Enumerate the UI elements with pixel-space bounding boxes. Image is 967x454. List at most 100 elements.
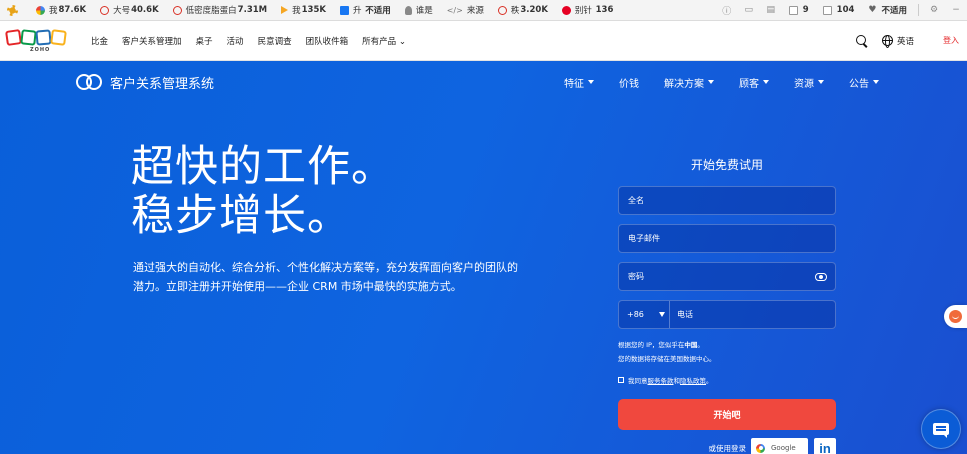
ring-icon — [100, 5, 110, 15]
feedback-widget[interactable] — [944, 305, 967, 328]
menu-announcements[interactable]: 公告 — [849, 75, 879, 90]
seo-count-b[interactable]: 104 — [816, 0, 862, 21]
seo-metric-source[interactable]: </> 来源 — [440, 0, 491, 21]
privacy-link[interactable]: 隐私政策 — [680, 375, 706, 385]
or-login-label: 或使用登录 — [708, 443, 747, 453]
google-login-button[interactable]: Google — [751, 438, 808, 454]
all-products-label: 所有产品 — [362, 36, 397, 47]
nav-link-bigin[interactable]: 比金 — [91, 35, 108, 47]
menu-features[interactable]: 特征 — [564, 75, 594, 90]
crm-brand[interactable]: 客户关系管理系统 — [76, 73, 214, 92]
seo-metric-value: 136 — [595, 5, 614, 15]
seo-metric-google[interactable]: 我 87.6K — [29, 0, 93, 21]
ip-note-prefix: 根据您的 IP，您似乎在 — [618, 341, 685, 349]
seo-metric-label: 秩 — [510, 6, 520, 16]
name-field[interactable] — [628, 196, 826, 205]
headline-line-1: 超快的工作。 — [131, 142, 395, 192]
seo-metric-label: 谁是 — [415, 6, 433, 16]
menu-label: 特征 — [564, 78, 584, 90]
menu-solutions[interactable]: 解决方案 — [664, 75, 714, 90]
ring-icon — [497, 5, 507, 15]
info-icon[interactable]: ⓘ — [716, 0, 738, 21]
seo-metric-value: 7.31M — [237, 5, 268, 15]
menu-pricing[interactable]: 价钱 — [619, 75, 639, 90]
seo-count-a[interactable]: 9 — [782, 0, 816, 21]
zoho-logo-tile — [50, 28, 67, 46]
zoho-logo[interactable]: ZOHO — [5, 27, 70, 55]
pinterest-icon — [561, 5, 571, 15]
globe-icon[interactable] — [881, 35, 893, 48]
caret-down-icon — [708, 80, 714, 84]
crm-logo-icon — [76, 73, 103, 91]
seo-toolbar-logo[interactable] — [0, 0, 29, 21]
monitor-icon[interactable]: ▭ — [738, 0, 760, 21]
seo-separator — [918, 4, 919, 16]
seo-metric-label: 我 — [292, 6, 301, 16]
seo-metric-label: 来源 — [466, 6, 484, 16]
search-icon[interactable] — [855, 34, 868, 47]
password-field[interactable] — [628, 272, 826, 281]
facebook-icon — [339, 5, 349, 15]
seo-metric-whois[interactable]: 谁是 — [398, 0, 440, 21]
caret-down-icon — [818, 80, 824, 84]
seo-tool-icon — [7, 4, 18, 16]
email-field[interactable] — [628, 234, 826, 243]
crm-header: 客户关系管理系统 特征 价钱 解决方案 顾客 资源 公告 — [0, 61, 967, 103]
nav-link-crm-plus[interactable]: 客户关系管理加 — [122, 35, 182, 47]
seo-metric-label: 我 — [49, 6, 58, 16]
linkedin-login-button[interactable]: in — [814, 438, 836, 454]
zoho-logo-tile — [35, 28, 52, 46]
seo-heart[interactable]: ♥ 不适用 — [861, 0, 914, 21]
smiley-icon — [949, 310, 962, 323]
ip-country[interactable]: 中国 — [684, 341, 697, 349]
menu-label: 顾客 — [739, 78, 759, 90]
menu-resources[interactable]: 资源 — [794, 75, 824, 90]
agree-prefix: 我同意 — [628, 377, 648, 385]
document-icon[interactable]: ▤ — [760, 0, 782, 21]
seo-metric-pinterest[interactable]: 别针 136 — [555, 0, 620, 21]
seo-toolbar-right: ⓘ ▭ ▤ 9 104 ♥ 不适用 ⚙ − — [716, 0, 967, 21]
page-icon — [822, 5, 832, 15]
seo-metric-rank[interactable]: 秩 3.20K — [491, 0, 555, 21]
zoho-global-nav: ZOHO 比金 客户关系管理加 桌子 活动 民意调查 团队收件箱 所有产品 ⌄ … — [0, 21, 967, 61]
chat-button[interactable] — [921, 409, 961, 449]
menu-label: 价钱 — [619, 78, 639, 90]
google-label: Google — [771, 444, 796, 452]
seo-metric-label: 升 — [352, 6, 362, 16]
eye-icon[interactable] — [815, 273, 827, 281]
linkedin-icon: in — [819, 440, 831, 454]
nav-link-desk[interactable]: 桌子 — [196, 35, 213, 47]
seo-heart-value: 不适用 — [881, 6, 907, 16]
terms-checkbox[interactable] — [618, 377, 624, 383]
signin-link[interactable]: 登入 — [943, 35, 959, 46]
phone-field[interactable] — [677, 310, 835, 319]
nav-link-all-products[interactable]: 所有产品 ⌄ — [362, 35, 406, 47]
country-code-select[interactable]: +86 — [619, 301, 670, 328]
ip-location-line: 根据您的 IP，您似乎在中国。 — [618, 338, 836, 352]
nav-link-teaminbox[interactable]: 团队收件箱 — [306, 35, 349, 47]
seo-metric-ldl[interactable]: 低密度脂蛋白 7.31M — [166, 0, 274, 21]
language-selector[interactable]: 英语 — [897, 35, 914, 47]
gear-icon[interactable]: ⚙ — [923, 0, 945, 21]
data-center-note: 您的数据将存储在美国数据中心。 — [618, 355, 716, 363]
seo-metric-play[interactable]: 我 135K — [274, 0, 333, 21]
hero-section: 客户关系管理系统 特征 价钱 解决方案 顾客 资源 公告 超快的工作。 稳步增长… — [0, 61, 967, 454]
menu-customers[interactable]: 顾客 — [739, 75, 769, 90]
seo-metric-value: 87.6K — [58, 5, 87, 15]
play-icon — [281, 6, 289, 14]
seo-metric-label: 低密度脂蛋白 — [185, 6, 237, 16]
seo-metric-size[interactable]: 大号 40.6K — [93, 0, 166, 21]
name-field-wrapper — [618, 186, 836, 215]
crm-brand-name: 客户关系管理系统 — [110, 76, 215, 92]
nav-link-campaigns[interactable]: 活动 — [227, 35, 244, 47]
google-icon — [756, 443, 765, 453]
chat-icon — [933, 423, 949, 438]
seo-metric-facebook[interactable]: 升 不适用 — [333, 0, 398, 21]
nav-link-survey[interactable]: 民意调查 — [258, 35, 292, 47]
seo-metric-value: 3.20K — [520, 5, 548, 15]
terms-link[interactable]: 服务条款 — [648, 375, 674, 385]
start-button[interactable]: 开始吧 — [618, 399, 836, 430]
minus-icon[interactable]: − — [945, 0, 967, 21]
form-title: 开始免费试用 — [690, 158, 763, 172]
ring-icon — [172, 5, 182, 15]
